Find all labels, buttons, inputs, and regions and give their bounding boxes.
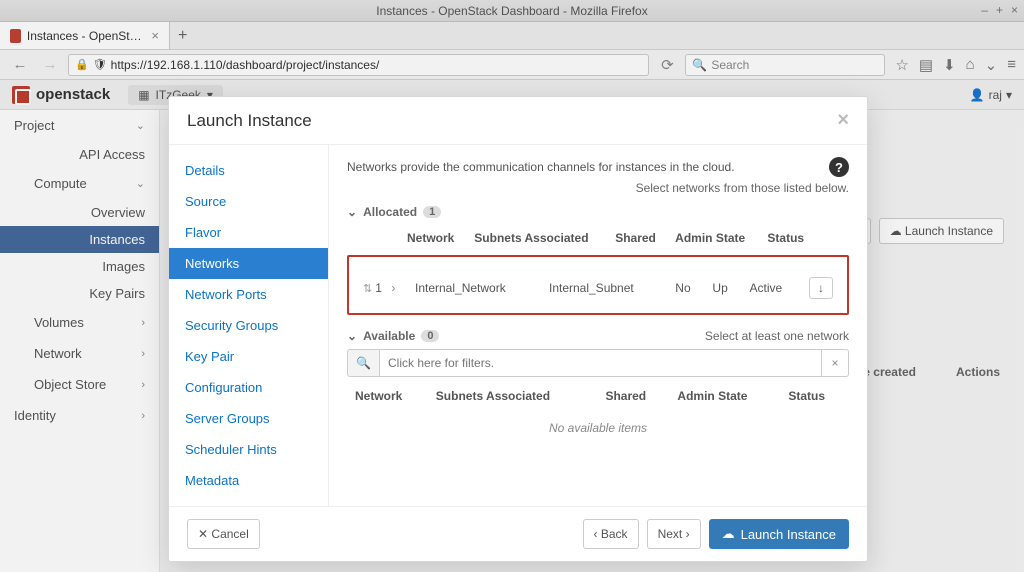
cell-network: Internal_Network: [409, 271, 541, 305]
col-shared-2: Shared: [599, 385, 669, 407]
no-available-items: No available items: [349, 409, 847, 447]
step-scheduler-hints[interactable]: Scheduler Hints: [169, 434, 328, 465]
step-description: Networks provide the communication chann…: [347, 160, 735, 174]
wizard-content: Networks provide the communication chann…: [329, 145, 867, 506]
allocated-count: 1: [423, 206, 441, 218]
filter-group: 🔍 ×: [347, 349, 849, 377]
col-network-2: Network: [349, 385, 428, 407]
allocated-label: Allocated: [363, 205, 417, 219]
x-icon: ✕: [198, 527, 208, 541]
col-network: Network: [401, 227, 466, 249]
back-button-modal[interactable]: ‹ Back: [583, 519, 639, 549]
available-label: Available: [363, 329, 415, 343]
available-section-toggle[interactable]: ⌄ Available 0: [347, 329, 439, 343]
deallocate-button[interactable]: ↓: [809, 277, 833, 299]
chevron-right-icon: ›: [391, 281, 395, 295]
step-flavor[interactable]: Flavor: [169, 217, 328, 248]
cloud-upload-icon: ☁: [722, 526, 735, 542]
allocated-header-row: Network Subnets Associated Shared Admin …: [349, 227, 847, 249]
col-shared: Shared: [609, 227, 667, 249]
filter-input[interactable]: [379, 349, 821, 377]
col-admin: Admin State: [669, 227, 759, 249]
filter-clear-icon[interactable]: ×: [821, 349, 849, 377]
cell-admin: Up: [706, 271, 741, 305]
select-hint: Select networks from those listed below.: [347, 181, 849, 195]
cell-subnets: Internal_Subnet: [543, 271, 667, 305]
modal-close-icon[interactable]: ×: [837, 109, 849, 132]
arrow-down-icon: ↓: [818, 281, 824, 295]
step-configuration[interactable]: Configuration: [169, 372, 328, 403]
chevron-right-icon: ›: [686, 527, 690, 541]
step-network-ports[interactable]: Network Ports: [169, 279, 328, 310]
wizard-nav: Details Source Flavor Networks Network P…: [169, 145, 329, 506]
step-details[interactable]: Details: [169, 155, 328, 186]
step-server-groups[interactable]: Server Groups: [169, 403, 328, 434]
step-metadata[interactable]: Metadata: [169, 465, 328, 496]
step-security-groups[interactable]: Security Groups: [169, 310, 328, 341]
available-header-row: Network Subnets Associated Shared Admin …: [349, 385, 847, 407]
allocated-section-toggle[interactable]: ⌄ Allocated 1: [347, 205, 849, 219]
col-subnets-2: Subnets Associated: [430, 385, 598, 407]
row-order: 1: [375, 281, 382, 295]
step-key-pair[interactable]: Key Pair: [169, 341, 328, 372]
step-source[interactable]: Source: [169, 186, 328, 217]
col-admin-2: Admin State: [671, 385, 780, 407]
launch-instance-modal: Launch Instance × Details Source Flavor …: [168, 96, 868, 562]
col-status-2: Status: [782, 385, 847, 407]
cell-status: Active: [744, 271, 801, 305]
allocated-network-row[interactable]: ⇅ 1 › Internal_Network Internal_Subnet N…: [357, 271, 839, 305]
chevron-down-icon: ⌄: [347, 205, 357, 219]
drag-icon[interactable]: ⇅: [363, 283, 375, 295]
step-networks[interactable]: Networks: [169, 248, 328, 279]
col-status: Status: [761, 227, 815, 249]
next-button[interactable]: Next ›: [647, 519, 701, 549]
available-count: 0: [421, 330, 439, 342]
allocated-highlight-box: ⇅ 1 › Internal_Network Internal_Subnet N…: [347, 255, 849, 315]
chevron-left-icon: ‹: [594, 527, 598, 541]
cell-shared: No: [669, 271, 704, 305]
available-hint: Select at least one network: [705, 329, 849, 343]
filter-search-icon[interactable]: 🔍: [347, 349, 379, 377]
launch-instance-submit[interactable]: ☁Launch Instance: [709, 519, 849, 549]
col-subnets: Subnets Associated: [468, 227, 607, 249]
modal-title: Launch Instance: [187, 111, 312, 131]
help-icon[interactable]: ?: [829, 157, 849, 177]
cancel-button[interactable]: ✕ Cancel: [187, 519, 260, 549]
chevron-down-icon: ⌄: [347, 329, 357, 343]
